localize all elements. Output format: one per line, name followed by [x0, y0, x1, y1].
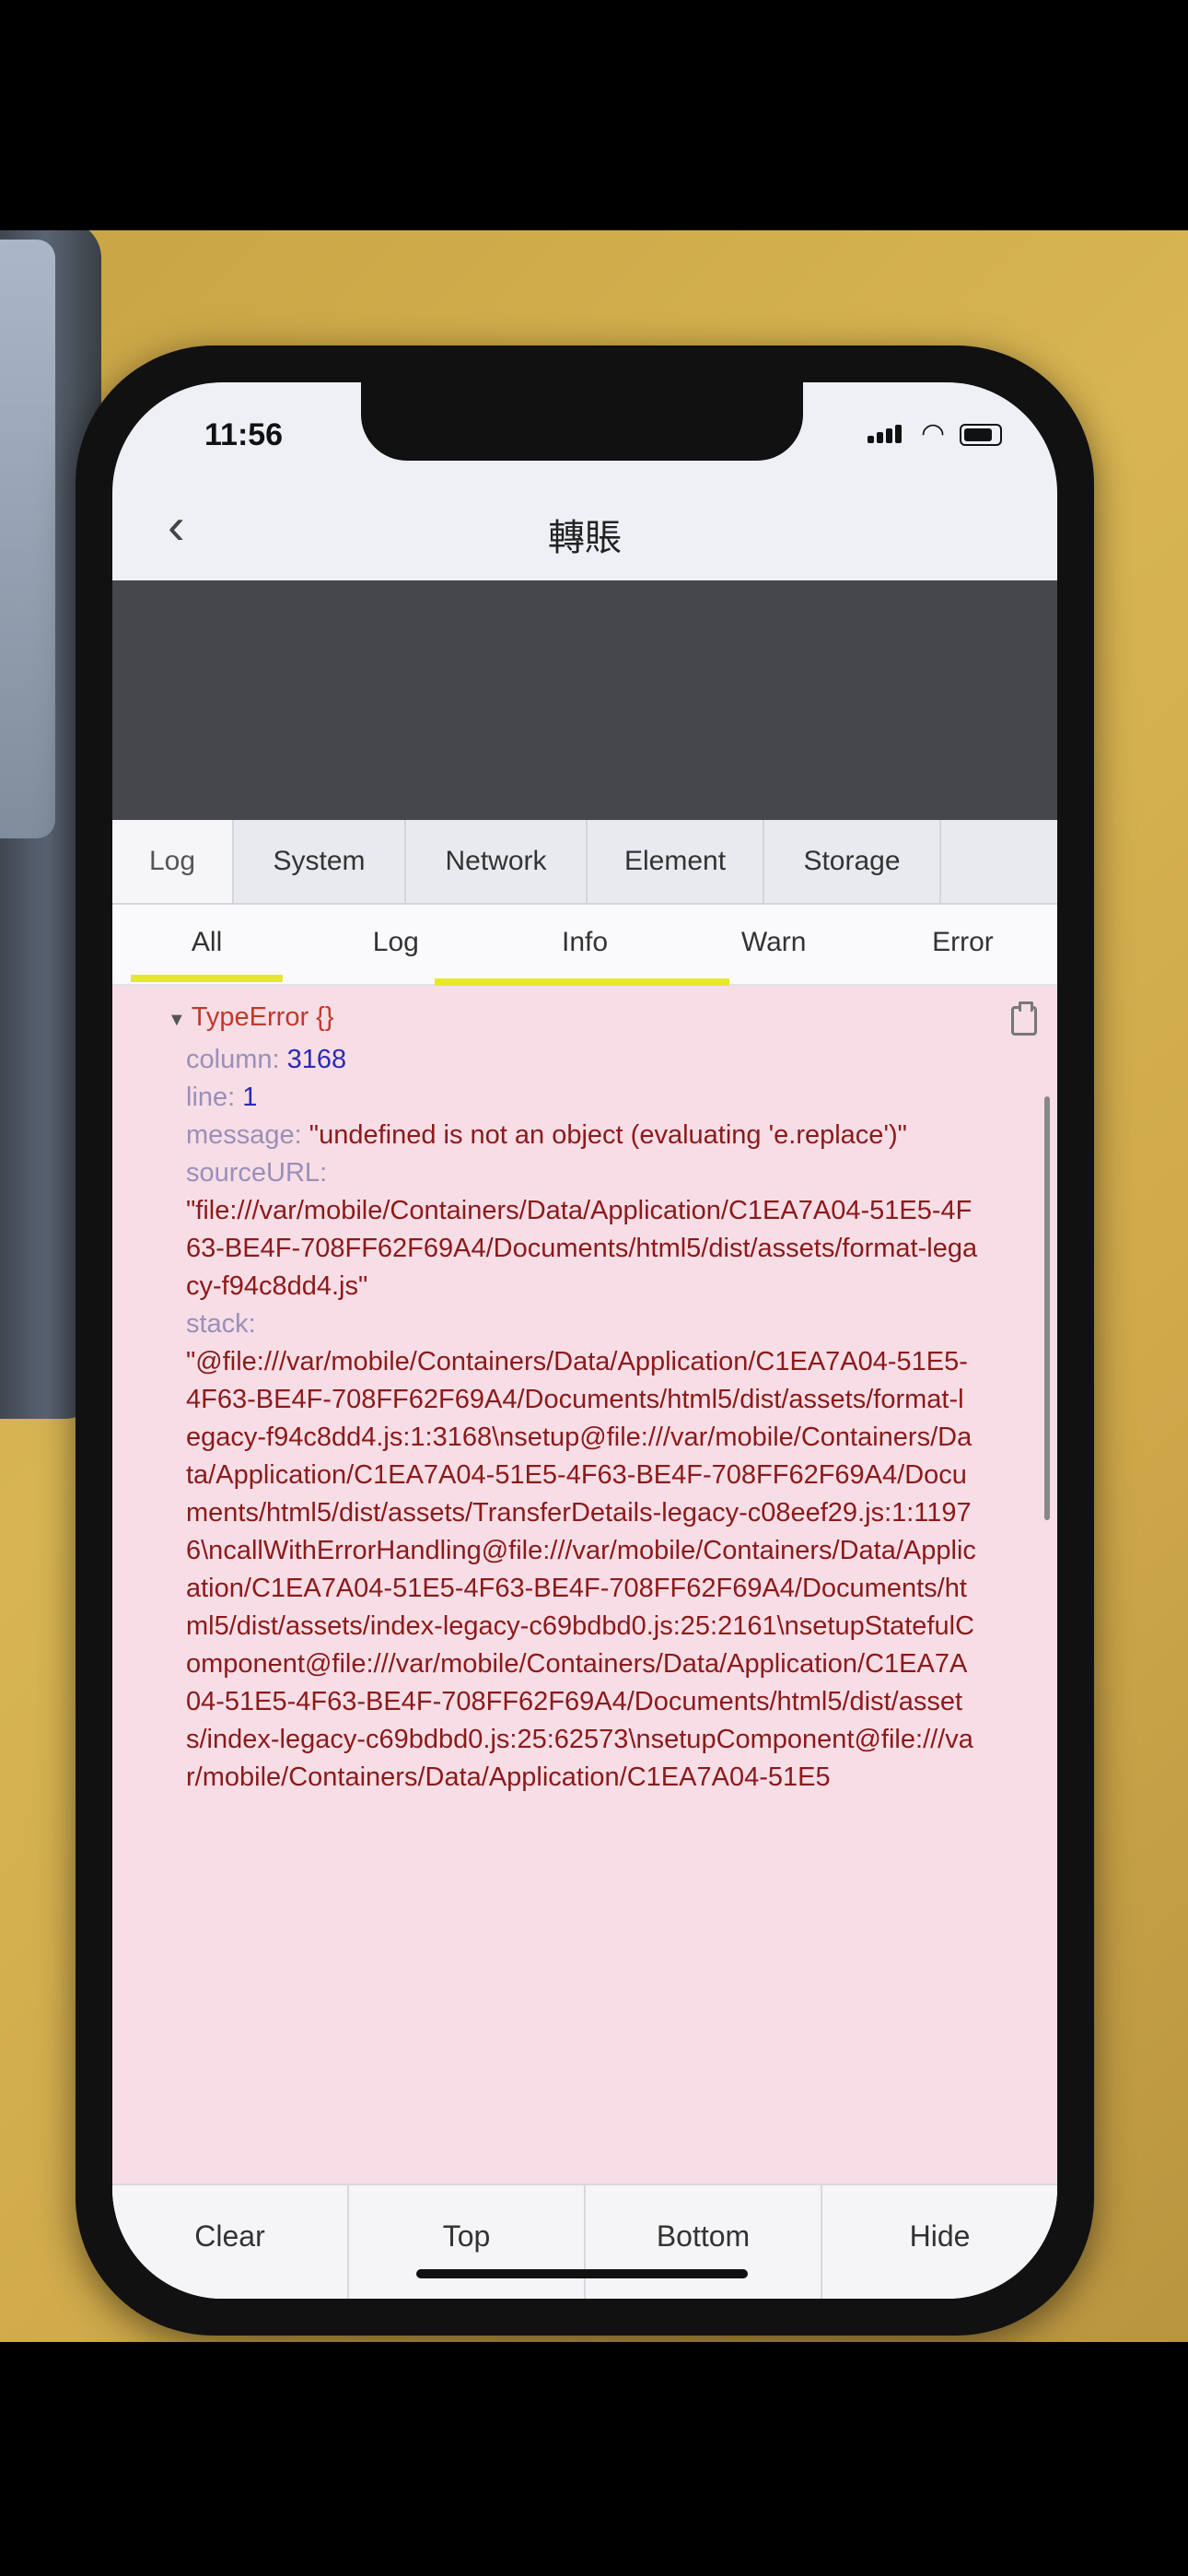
vconsole-tabbar: Log System Network Element Storage [112, 820, 1057, 905]
field-key: column [186, 1045, 273, 1074]
log-field-line: line: 1 [186, 1083, 258, 1112]
status-bar: 11:56 ◠ [112, 382, 1057, 484]
vconsole-toolbar: Clear Top Bottom Hide [112, 2184, 1057, 2299]
filter-log[interactable]: Log [301, 905, 490, 984]
field-value: 1 [242, 1083, 258, 1112]
tab-network[interactable]: Network [406, 820, 588, 903]
vconsole-log-filter-bar: All Log Info Warn Error [112, 905, 1057, 986]
filter-all[interactable]: All [112, 905, 301, 984]
field-value: 3168 [286, 1045, 347, 1074]
vconsole-panel: Log System Network Element Storage All L… [112, 820, 1057, 2299]
log-entry-header[interactable]: ▼ TypeError {} [168, 1002, 334, 1033]
filter-warn[interactable]: Warn [680, 905, 868, 984]
log-field-column: column: 3168 [186, 1045, 347, 1074]
page-title: 轉賬 [548, 518, 622, 558]
battery-icon [960, 424, 1002, 446]
home-indicator[interactable] [416, 2269, 748, 2278]
notch [361, 382, 803, 461]
bottom-button[interactable]: Bottom [586, 2185, 822, 2299]
top-button[interactable]: Top [349, 2185, 586, 2299]
field-value: "file:///var/mobile/Containers/Data/Appl… [186, 1196, 978, 1301]
photo-scene: 11:56 ◠ ‹ 轉賬 Log System Network Element … [0, 230, 1188, 2342]
expand-triangle-icon[interactable]: ▼ [168, 1010, 186, 1030]
scrollbar[interactable] [1044, 1096, 1050, 1520]
log-field-message: message: "undefined is not an object (ev… [186, 1120, 907, 1150]
phone-screen: 11:56 ◠ ‹ 轉賬 Log System Network Element … [112, 382, 1057, 2299]
status-time: 11:56 [204, 417, 284, 452]
filter-info[interactable]: Info [490, 905, 679, 984]
hide-button[interactable]: Hide [822, 2185, 1057, 2299]
field-key: sourceURL [186, 1158, 320, 1188]
filter-error[interactable]: Error [868, 905, 1057, 984]
field-key: line [186, 1083, 228, 1112]
page-content-panel [112, 580, 1057, 820]
field-key: message [186, 1120, 295, 1150]
log-field-stack: stack: "@file:///var/mobile/Containers/D… [186, 1306, 978, 1797]
clear-button[interactable]: Clear [112, 2185, 349, 2299]
copy-clipboard-icon[interactable] [1011, 1001, 1037, 1036]
wifi-icon: ◠ [921, 418, 946, 449]
navigation-bar: ‹ 轉賬 [112, 484, 1057, 576]
field-value: "undefined is not an object (evaluating … [309, 1120, 907, 1150]
field-key: stack [186, 1309, 249, 1339]
tab-system[interactable]: System [234, 820, 406, 903]
tab-storage[interactable]: Storage [764, 820, 941, 903]
phone-device: 11:56 ◠ ‹ 轉賬 Log System Network Element … [76, 345, 1094, 2336]
error-type: TypeError {} [191, 1002, 334, 1032]
log-entry-body: column: 3168 line: 1 message: "undefined… [186, 1041, 978, 1797]
highlight-marker [435, 978, 729, 986]
cellular-signal-icon [868, 425, 904, 443]
log-entry-panel[interactable]: ▼ TypeError {} column: 3168 line: 1 messa… [112, 986, 1057, 2184]
tab-element[interactable]: Element [588, 820, 764, 903]
log-field-sourceurl: sourceURL: "file:///var/mobile/Container… [186, 1154, 978, 1306]
background-phone-screen [0, 240, 55, 838]
field-value: "@file:///var/mobile/Containers/Data/App… [186, 1347, 976, 1792]
tab-log[interactable]: Log [112, 820, 234, 903]
